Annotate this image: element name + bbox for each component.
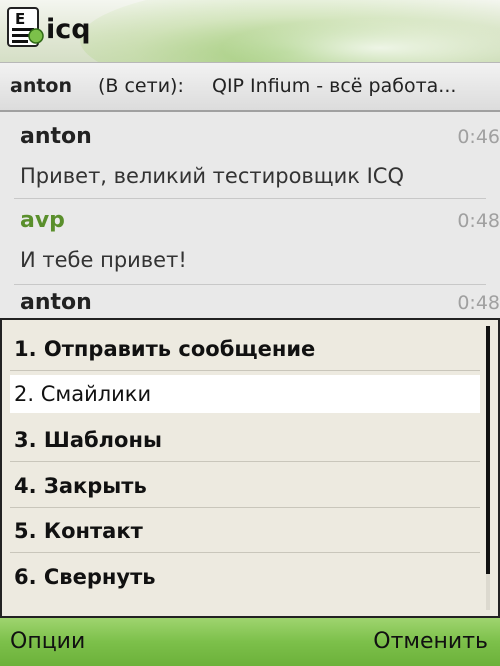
chat-message: anton 0:48 xyxy=(0,288,500,322)
options-menu: 1. Отправить сообщение 2. Смайлики 3. Ша… xyxy=(0,318,500,618)
message-text: И тебе привет! xyxy=(20,248,187,272)
message-time: 0:46 xyxy=(457,126,500,148)
chat-message: avp 0:48 И тебе привет! xyxy=(0,200,500,285)
menu-divider xyxy=(10,552,480,553)
message-time: 0:48 xyxy=(457,210,500,232)
message-author: anton xyxy=(20,290,92,315)
app-title: icq xyxy=(46,14,91,45)
title-bar: E icq xyxy=(0,0,500,62)
phone-screen: E icq anton (В сети): QIP Infium - всё р… xyxy=(0,0,500,666)
chat-message: anton 0:46 Привет, великий тестировщик I… xyxy=(0,112,500,199)
menu-item-close[interactable]: 4. Закрыть xyxy=(10,467,480,505)
menu-item-smileys[interactable]: 2. Смайлики xyxy=(10,375,480,413)
menu-item-contact[interactable]: 5. Контакт xyxy=(10,512,480,550)
menu-divider xyxy=(10,461,480,462)
message-divider xyxy=(14,198,486,199)
menu-item-send-message[interactable]: 1. Отправить сообщение xyxy=(10,330,480,368)
message-author: avp xyxy=(20,208,65,233)
softkey-bar: Опции Отменить xyxy=(0,618,500,666)
menu-divider xyxy=(10,370,480,371)
contact-status-message: QIP Infium - всё работа... xyxy=(212,75,457,97)
options-softkey[interactable]: Опции xyxy=(10,629,85,654)
svg-text:E: E xyxy=(15,10,25,28)
message-author: anton xyxy=(20,124,92,149)
message-time: 0:48 xyxy=(457,292,500,314)
menu-scrollbar[interactable] xyxy=(486,326,490,610)
message-text: Привет, великий тестировщик ICQ xyxy=(20,164,404,188)
chat-history[interactable]: anton 0:46 Привет, великий тестировщик I… xyxy=(0,112,500,322)
menu-item-minimize[interactable]: 6. Свернуть xyxy=(10,558,480,596)
cancel-softkey[interactable]: Отменить xyxy=(373,629,488,654)
menu-item-templates[interactable]: 3. Шаблоны xyxy=(10,421,480,459)
contact-status: (В сети): xyxy=(98,75,184,97)
menu-scrollbar-thumb[interactable] xyxy=(486,326,490,574)
contact-name: anton xyxy=(10,75,73,97)
icq-app-icon[interactable]: E xyxy=(6,6,44,48)
menu-divider xyxy=(10,507,480,508)
contact-header[interactable]: anton (В сети): QIP Infium - всё работа.… xyxy=(0,62,500,112)
message-divider xyxy=(14,284,486,285)
